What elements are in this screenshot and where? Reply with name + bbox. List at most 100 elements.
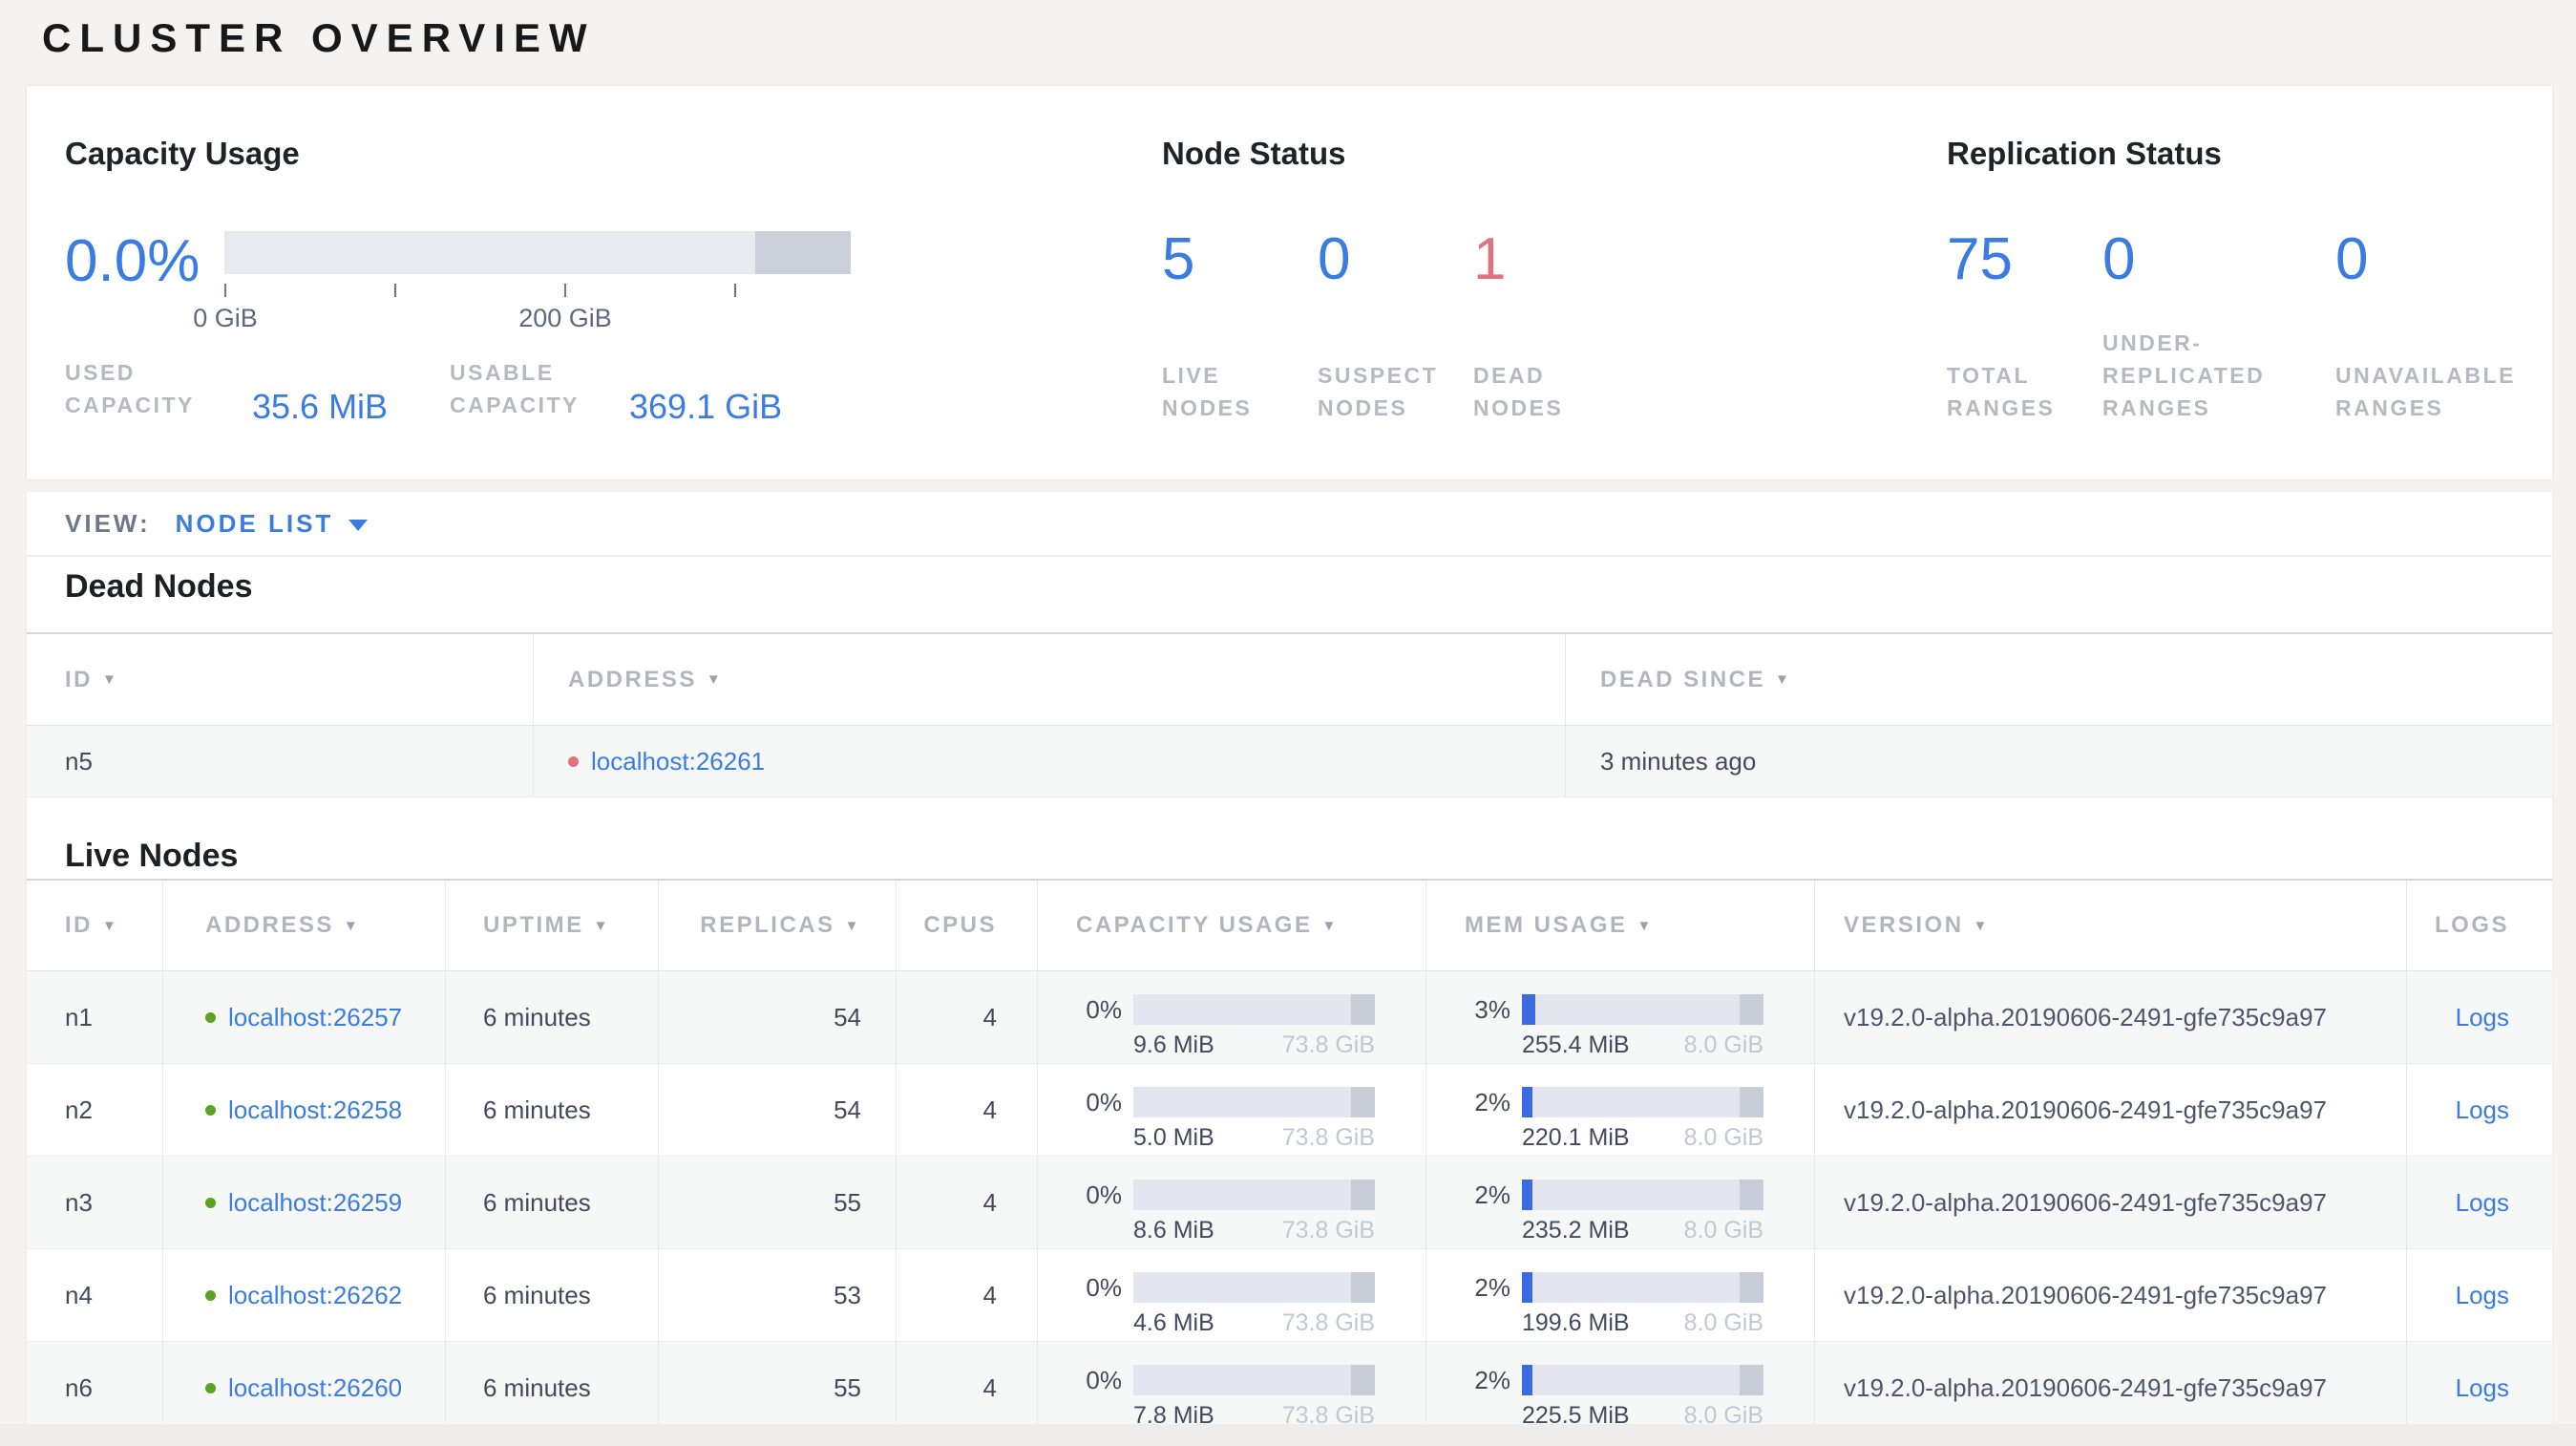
mem-usage-values: 255.4 MiB 8.0 GiB [1522, 1031, 1763, 1059]
page-bottom-strip [0, 1424, 2576, 1446]
stat-value: 0 [2102, 226, 2136, 292]
column-header-dead-since[interactable]: DEAD SINCE ▼ [1565, 634, 2552, 725]
column-header-id[interactable]: ID ▼ [27, 634, 533, 725]
mem-usage-values: 235.2 MiB 8.0 GiB [1522, 1217, 1763, 1244]
mem-usage-bar-cap [1740, 1272, 1763, 1303]
column-header-logs[interactable]: LOGS [2406, 881, 2552, 970]
summary-stat: 75 TOTAL RANGES [1947, 225, 2102, 424]
page-title: CLUSTER OVERVIEW [42, 15, 596, 60]
mem-usage-used-value: 255.4 MiB [1522, 1031, 1630, 1058]
node-live-icon [205, 1289, 216, 1301]
logs-link[interactable]: Logs [2456, 1373, 2509, 1403]
mem-usage-percent: 2% [1474, 1272, 1510, 1302]
capacity-usage: 0% 9.6 MiB 73.8 GiB [1037, 971, 1425, 1063]
view-selector-bar: VIEW: NODE LIST [27, 492, 2552, 555]
capacity-usage-percent: 0% [1086, 1087, 1122, 1116]
version-cell-text: v19.2.0-alpha.20190606-2491-gfe735c9a97 [1844, 1187, 2327, 1217]
node-address-link[interactable]: localhost:26257 [228, 1003, 402, 1032]
mem-usage-percent: 2% [1474, 1365, 1510, 1394]
replicas-cell-text: 54 [834, 1002, 861, 1031]
column-header-cpus[interactable]: CPUS [896, 881, 1037, 970]
replicas-cell: 55 [658, 1157, 896, 1248]
node-address-link[interactable]: localhost:26260 [228, 1373, 402, 1403]
mem-usage-total-value: 8.0 GiB [1683, 1124, 1763, 1151]
view-dropdown-value[interactable]: NODE LIST [176, 509, 334, 539]
stat-label: UNDER-REPLICATED RANGES [2102, 330, 2266, 420]
mem-usage: 3% 255.4 MiB 8.0 GiB [1425, 971, 1814, 1063]
cpus-cell-text: 4 [982, 1280, 997, 1309]
capacity-usage-values: 4.6 MiB 73.8 GiB [1133, 1309, 1375, 1337]
column-header-uptime[interactable]: UPTIME ▼ [445, 881, 658, 970]
mem-usage-bar-cap [1740, 1365, 1763, 1395]
uptime-cell-text: 6 minutes [483, 1095, 591, 1124]
sort-desc-icon: ▼ [1321, 917, 1339, 934]
column-header-label: ID [65, 912, 93, 938]
node-address-link[interactable]: localhost:26258 [228, 1095, 402, 1125]
used-capacity-label: USED CAPACITY [65, 360, 195, 417]
column-header-address[interactable]: ADDRESS ▼ [533, 634, 1565, 725]
version-cell: v19.2.0-alpha.20190606-2491-gfe735c9a97 [1814, 971, 2406, 1063]
logs-link[interactable]: Logs [2456, 1188, 2509, 1218]
cpus-cell: 4 [896, 1064, 1037, 1156]
capacity-usage-total-value: 73.8 GiB [1281, 1217, 1375, 1244]
node-address-link[interactable]: localhost:26261 [591, 747, 765, 776]
chevron-down-icon [348, 519, 369, 531]
sort-desc-icon: ▼ [102, 917, 119, 934]
column-header-id[interactable]: ID ▼ [27, 881, 162, 970]
node-address-link[interactable]: localhost:26259 [228, 1188, 402, 1218]
column-header-capacity-usage[interactable]: CAPACITY USAGE ▼ [1037, 881, 1425, 970]
mem-usage-bar [1522, 1087, 1763, 1117]
axis-tick [564, 284, 566, 297]
logs-link[interactable]: Logs [2456, 1281, 2509, 1310]
capacity-usage-used-value: 8.6 MiB [1133, 1217, 1214, 1244]
node-address-link[interactable]: localhost:26262 [228, 1281, 402, 1310]
used-capacity-stat: USED CAPACITY 35.6 MiB [65, 356, 388, 426]
sort-desc-icon: ▼ [1973, 917, 1990, 934]
uptime-cell: 6 minutes [445, 1157, 658, 1248]
version-cell-text: v19.2.0-alpha.20190606-2491-gfe735c9a97 [1844, 1280, 2327, 1309]
address-cell: localhost:26258 [162, 1064, 445, 1156]
view-dropdown[interactable]: NODE LIST [176, 509, 369, 539]
mem-usage-percent: 2% [1474, 1087, 1510, 1116]
node-id-cell-text: n5 [65, 746, 93, 776]
node-id-cell: n2 [27, 1064, 162, 1156]
stat-label: TOTAL RANGES [1947, 363, 2056, 420]
logs-cell: Logs [2406, 1249, 2552, 1341]
replicas-cell-text: 53 [834, 1280, 861, 1309]
column-header-version[interactable]: VERSION ▼ [1814, 881, 2406, 970]
node-id-cell-text: n4 [65, 1280, 93, 1309]
stat-label: LIVE NODES [1162, 363, 1253, 420]
replicas-cell-text: 55 [834, 1372, 861, 1402]
column-header-replicas[interactable]: REPLICAS ▼ [658, 881, 896, 970]
logs-cell: Logs [2406, 1157, 2552, 1248]
node-id-cell: n6 [27, 1342, 162, 1424]
capacity-usage: 0% 5.0 MiB 73.8 GiB [1037, 1064, 1425, 1156]
logs-link[interactable]: Logs [2456, 1095, 2509, 1125]
node-id-cell: n5 [27, 726, 533, 797]
node-status-stats: 5 LIVE NODES 0 SUSPECT NODES 1 DEAD NODES [1162, 225, 1629, 424]
node-live-icon [205, 1197, 216, 1208]
stat-value: 5 [1162, 226, 1195, 292]
capacity-usage-bar-cap [1351, 1272, 1375, 1303]
uptime-cell: 6 minutes [445, 1249, 658, 1341]
cpus-cell-text: 4 [982, 1002, 997, 1031]
axis-tick [394, 284, 396, 297]
mem-usage-bar [1522, 1272, 1763, 1303]
capacity-usage-used-value: 5.0 MiB [1133, 1124, 1214, 1151]
mem-usage: 2% 220.1 MiB 8.0 GiB [1425, 1064, 1814, 1156]
dead-nodes-table: ID ▼ ADDRESS ▼ DEAD SINCE ▼ n5 localhost:26261 3… [27, 632, 2552, 797]
capacity-usage-bar-cap [1351, 994, 1375, 1025]
mem-usage-bar [1522, 1365, 1763, 1395]
live-nodes-table: ID ▼ ADDRESS ▼ UPTIME ▼ REPLICAS ▼ CPUS CAPACITY … [27, 879, 2552, 1424]
column-header-address[interactable]: ADDRESS ▼ [162, 881, 445, 970]
uptime-cell-text: 6 minutes [483, 1187, 591, 1217]
axis-tick [734, 284, 736, 297]
column-header-mem-usage[interactable]: MEM USAGE ▼ [1425, 881, 1814, 970]
capacity-usage-title: Capacity Usage [65, 136, 300, 171]
capacity-bar-nonusable-segment [755, 231, 851, 274]
capacity-usage-bar-row: 0% [1038, 1365, 1375, 1395]
logs-link[interactable]: Logs [2456, 1003, 2509, 1032]
node-id-cell-text: n3 [65, 1187, 93, 1217]
cpus-cell-text: 4 [982, 1187, 997, 1217]
axis-tick-label-200: 200 GiB [518, 304, 612, 332]
